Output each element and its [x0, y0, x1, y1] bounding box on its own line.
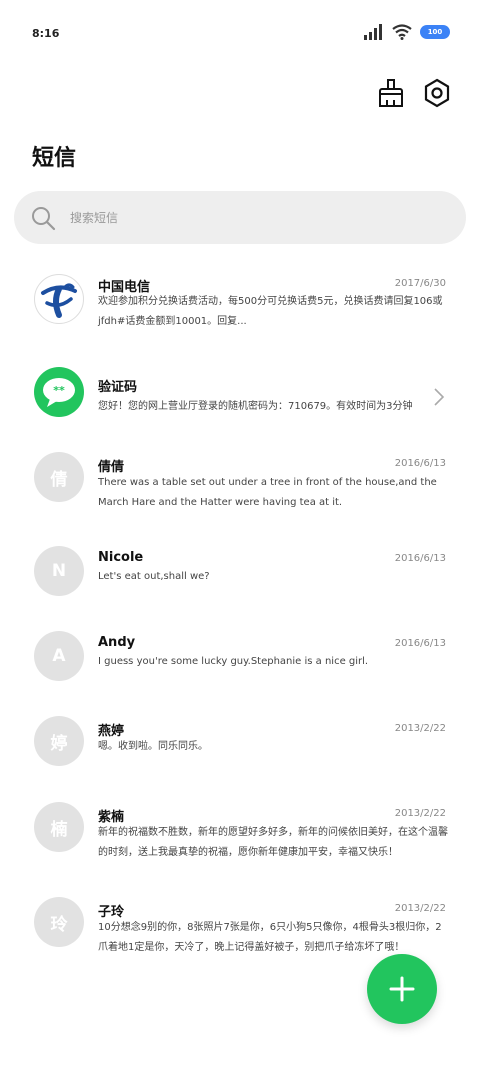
list-item[interactable]: 楠 紫楠 2013/2/22 新年的祝福数不胜数，新年的愿望好多好多，新年的问候…	[0, 792, 480, 882]
message-date: 2013/2/22	[394, 723, 446, 734]
message-preview: There was a table set out under a tree i…	[98, 477, 437, 508]
message-preview: 嗯。收到啦。同乐同乐。	[98, 741, 208, 752]
sender-name: Nicole	[98, 550, 144, 565]
battery-indicator: 100	[420, 25, 450, 39]
avatar: **	[34, 367, 84, 417]
sender-name: Andy	[98, 635, 136, 650]
message-date: 2013/2/22	[394, 808, 446, 819]
status-bar: 8:16 100	[0, 0, 480, 66]
avatar: A	[34, 631, 84, 681]
message-date: 2016/6/13	[394, 458, 446, 469]
search-input[interactable]	[68, 209, 432, 226]
brush-icon	[379, 79, 403, 107]
chevron-right-icon[interactable]	[432, 387, 446, 407]
message-preview: 您好！您的网上营业厅登录的随机密码为：710679。有效时间为3分钟	[98, 401, 413, 412]
settings-button[interactable]	[422, 78, 452, 108]
avatar: 楠	[34, 802, 84, 852]
china-telecom-logo	[41, 283, 77, 318]
search-bar[interactable]	[14, 191, 466, 244]
avatar: N	[34, 546, 84, 596]
signal-icon	[364, 24, 382, 40]
message-preview: 新年的祝福数不胜数，新年的愿望好多好多，新年的问候依旧美好，在这个温馨的时刻，送…	[98, 827, 448, 858]
page-title: 短信	[32, 146, 77, 171]
status-icons: 100	[364, 24, 450, 40]
list-item[interactable]: 婷 燕婷 2013/2/22 嗯。收到啦。同乐同乐。	[0, 707, 480, 782]
message-date: 2016/6/13	[394, 638, 446, 649]
list-item[interactable]: N Nicole 2016/6/13 Let's eat out,shall w…	[0, 537, 480, 612]
avatar: 玲	[34, 897, 84, 947]
message-preview: 欢迎参加积分兑换话费活动，每500分可兑换话费5元，兑换话费请回复106或jfd…	[98, 296, 443, 327]
avatar: 倩	[34, 452, 84, 502]
list-item[interactable]: 中国电信 2017/6/30 欢迎参加积分兑换话费活动，每500分可兑换话费5元…	[0, 252, 480, 352]
list-item[interactable]: ** 验证码 您好！您的网上营业厅登录的随机密码为：710679。有效时间为3分…	[0, 357, 480, 437]
list-item[interactable]: 倩 倩倩 2016/6/13 There was a table set out…	[0, 442, 480, 532]
settings-icon	[424, 78, 450, 108]
message-date: 2013/2/22	[394, 903, 446, 914]
message-bubble-icon: **	[43, 378, 75, 407]
sender-name: 验证码	[98, 380, 138, 395]
avatar-text: **	[53, 384, 65, 397]
search-icon	[32, 206, 56, 230]
message-preview: 10分想念9别的你，8张照片7张是你，6只小狗5只像你，4根骨头3根归你，2爪着…	[98, 922, 442, 953]
message-preview: Let's eat out,shall we?	[98, 571, 210, 582]
message-date: 2016/6/13	[394, 553, 446, 564]
status-time: 8:16	[32, 27, 60, 40]
plus-icon	[389, 976, 415, 1002]
avatar	[34, 274, 84, 324]
message-preview: I guess you're some lucky guy.Stephanie …	[98, 656, 369, 667]
clean-button[interactable]	[376, 78, 406, 108]
message-date: 2017/6/30	[394, 278, 446, 289]
top-toolbar	[376, 78, 452, 108]
new-message-button[interactable]	[367, 954, 437, 1024]
avatar: 婷	[34, 716, 84, 766]
list-item[interactable]: A Andy 2016/6/13 I guess you're some luc…	[0, 622, 480, 697]
wifi-icon	[392, 24, 412, 40]
